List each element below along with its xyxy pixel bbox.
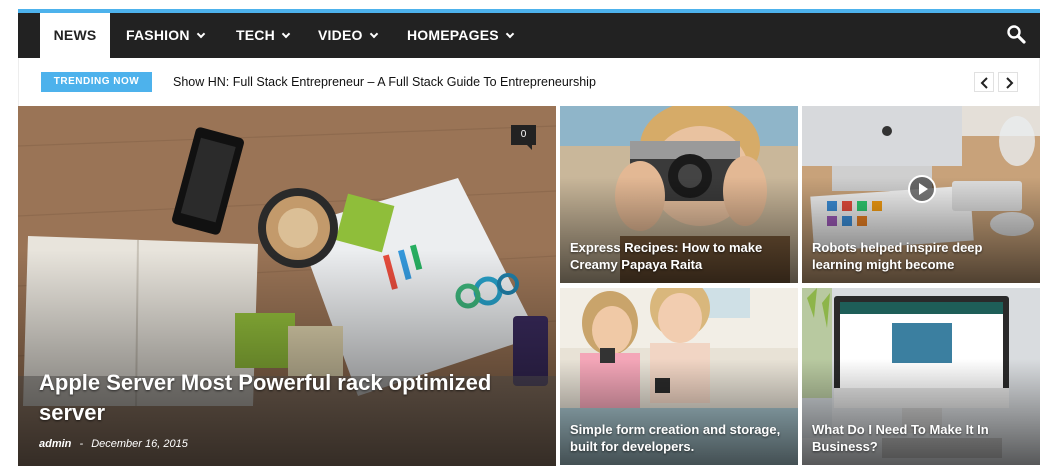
chevron-down-icon	[505, 29, 515, 39]
nav-item-news[interactable]: NEWS	[40, 13, 110, 58]
search-icon	[1007, 25, 1026, 44]
featured-post-title[interactable]: Apple Server Most Powerful rack optimize…	[39, 368, 546, 428]
post-tile[interactable]: Express Recipes: How to make Creamy Papa…	[560, 106, 798, 283]
trending-bar: TRENDING NOW Show HN: Full Stack Entrepr…	[18, 58, 1040, 106]
nav-item-fashion[interactable]: FASHION	[126, 13, 205, 58]
trending-prev-button[interactable]	[974, 72, 994, 92]
featured-gradient-overlay	[18, 250, 556, 466]
post-title[interactable]: Robots helped inspire deep learning migh…	[812, 239, 1030, 273]
post-tile[interactable]: What Do I Need To Make It In Business?	[802, 288, 1040, 465]
chevron-down-icon	[196, 29, 205, 39]
trending-next-button[interactable]	[998, 72, 1018, 92]
post-title[interactable]: Express Recipes: How to make Creamy Papa…	[570, 239, 788, 273]
nav-item-video[interactable]: VIDEO	[318, 13, 378, 58]
trending-badge: TRENDING NOW	[41, 72, 152, 92]
search-button[interactable]	[1006, 24, 1028, 46]
post-tile[interactable]: Robots helped inspire deep learning migh…	[802, 106, 1040, 283]
nav-item-tech[interactable]: TECH	[236, 13, 291, 58]
trending-headline-link[interactable]: Show HN: Full Stack Entrepreneur – A Ful…	[173, 75, 596, 89]
chevron-right-icon	[1006, 77, 1014, 89]
nav-item-label: VIDEO	[318, 27, 363, 43]
featured-post-meta: admin - December 16, 2015	[39, 438, 188, 450]
chevron-down-icon	[369, 29, 378, 39]
comment-count-badge[interactable]: 0	[511, 125, 536, 150]
chevron-left-icon	[980, 77, 988, 89]
post-date: December 16, 2015	[91, 438, 188, 450]
video-play-icon[interactable]	[908, 175, 936, 203]
chevron-down-icon	[281, 29, 291, 39]
post-tile[interactable]: Simple form creation and storage, built …	[560, 288, 798, 465]
nav-item-label: HOMEPAGES	[407, 27, 499, 43]
nav-item-label: TECH	[236, 27, 275, 43]
nav-item-label: FASHION	[126, 27, 190, 43]
meta-separator: -	[79, 438, 84, 450]
featured-post-tile[interactable]: 0 Apple Server Most Powerful rack optimi…	[18, 106, 556, 466]
post-title[interactable]: Simple form creation and storage, built …	[570, 421, 788, 455]
post-author[interactable]: admin	[39, 438, 71, 450]
main-navbar: NEWS FASHION TECH VIDEO HOMEPAGES	[18, 13, 1040, 58]
nav-item-label: NEWS	[53, 27, 97, 43]
nav-item-homepages[interactable]: HOMEPAGES	[407, 13, 515, 58]
post-title[interactable]: What Do I Need To Make It In Business?	[812, 421, 1030, 455]
